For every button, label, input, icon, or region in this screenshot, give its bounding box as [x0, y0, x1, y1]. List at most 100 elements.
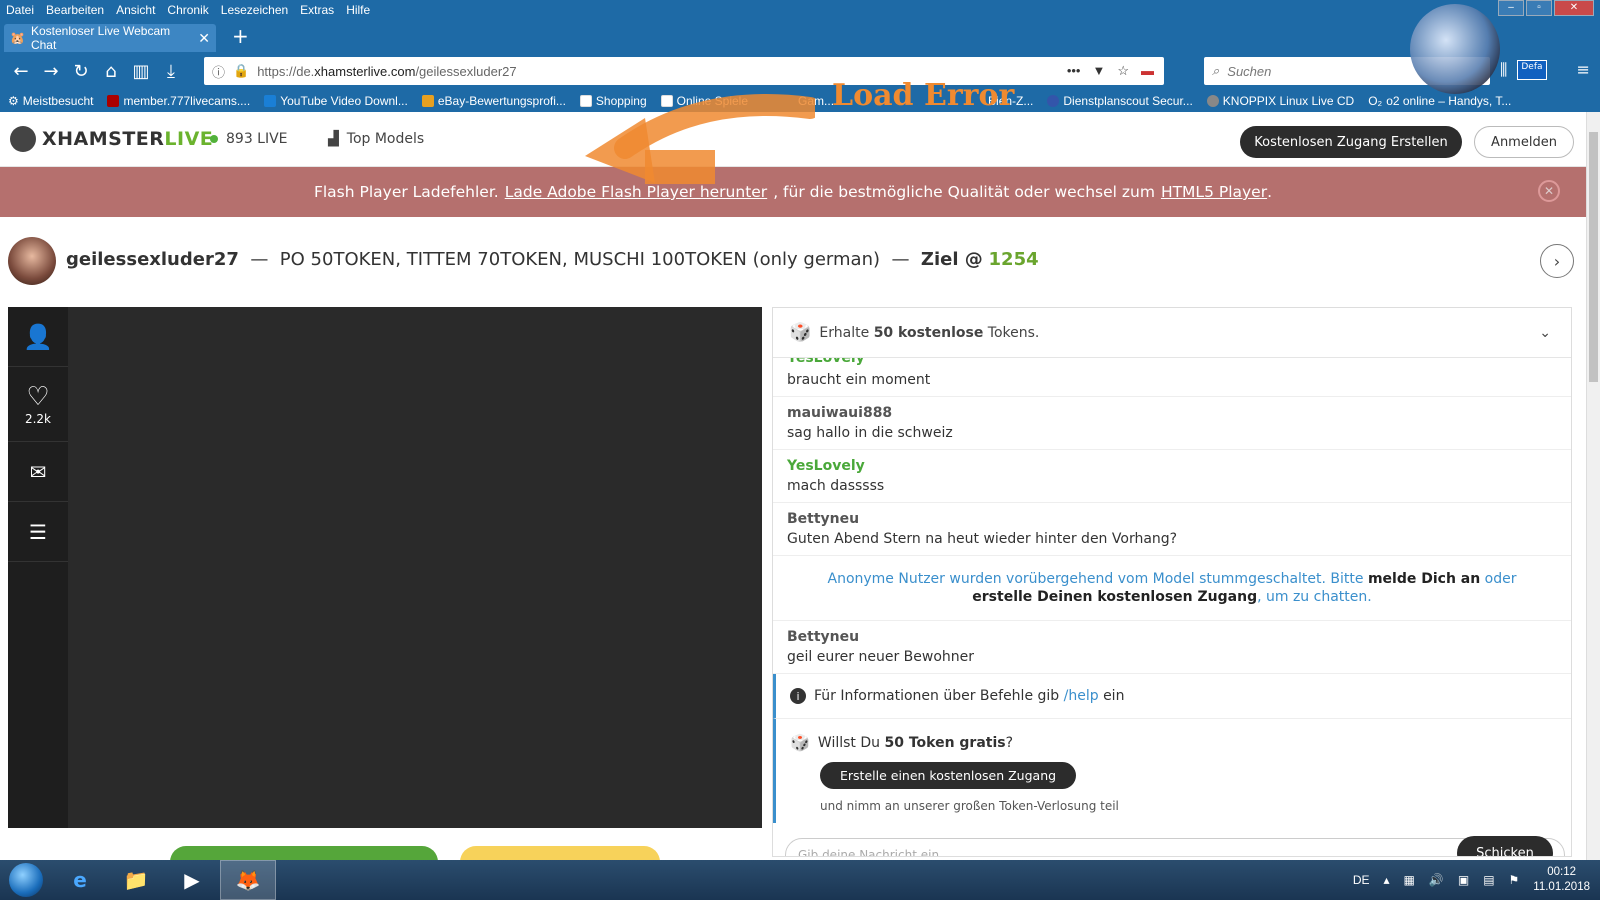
back-icon[interactable]: ← [6, 61, 36, 82]
chat-input-placeholder: Gib deine Nachricht ein [798, 848, 940, 857]
clock[interactable]: 00:12 11.01.2018 [1533, 865, 1590, 895]
chat-text: Guten Abend Stern na heut wieder hinter … [787, 531, 1178, 547]
chat-username[interactable]: YesLovely [787, 358, 1557, 368]
model-info-icon[interactable]: 👤 [8, 307, 68, 367]
hamburger-menu-icon[interactable]: ≡ [1577, 60, 1590, 80]
volume-icon[interactable]: 🔊 [1429, 873, 1444, 887]
bookmark-item[interactable]: O₂ o2 online – Handys, T... [1368, 94, 1511, 108]
dice-icon: 🎲 [789, 322, 812, 343]
internet-explorer-icon[interactable]: e [52, 860, 108, 900]
model-avatar[interactable] [8, 237, 56, 285]
chat-username[interactable]: YesLovely [787, 458, 1557, 474]
file-explorer-icon[interactable]: 📁 [108, 860, 164, 900]
chat-header[interactable]: 🎲 Erhalte 50 kostenlose Tokens. ⌄ [773, 308, 1571, 358]
next-model-button[interactable]: › [1540, 244, 1574, 278]
menu-bearbeiten[interactable]: Bearbeiten [46, 3, 104, 17]
flash-error-text: Flash Player Ladefehler. [313, 183, 499, 201]
live-count[interactable]: 893 LIVE [210, 131, 288, 147]
chat-header-text: Erhalte 50 kostenlose Tokens. [819, 324, 1040, 341]
action-center-icon[interactable]: ⚑ [1509, 873, 1520, 887]
browser-tab[interactable]: 🐹 Kostenloser Live Webcam Chat ✕ [4, 24, 216, 52]
start-button[interactable] [0, 860, 52, 900]
library-icon[interactable]: ⫼ [1500, 60, 1507, 80]
chat-message: Bettyneu Guten Abend Stern na heut wiede… [773, 503, 1571, 556]
forward-icon[interactable]: → [36, 61, 66, 82]
menu-lesezeichen[interactable]: Lesezeichen [221, 3, 288, 17]
html5-player-link[interactable]: HTML5 Player [1161, 183, 1267, 201]
info-icon[interactable]: ⓘ [212, 62, 225, 81]
tab-favicon-icon: 🐹 [10, 31, 25, 45]
login-button[interactable]: Anmelden [1474, 126, 1574, 158]
chat-message: YesLovely mach dasssss [773, 450, 1571, 503]
top-models-link[interactable]: ▟ Top Models [328, 131, 424, 147]
info-circle-icon: i [790, 688, 806, 704]
bookmark-item[interactable]: eBay-Bewertungsprofi... [421, 94, 566, 108]
chat-panel: 🎲 Erhalte 50 kostenlose Tokens. ⌄ YesLov… [772, 307, 1572, 857]
windows-logo-icon [9, 863, 43, 897]
chat-username[interactable]: Bettyneu [787, 511, 1557, 527]
tray-expand-icon[interactable]: ▴ [1384, 873, 1390, 887]
url-bar[interactable]: ⓘ 🔒 https://de.xhamsterlive.com/geilesse… [204, 57, 1164, 85]
scrollbar-thumb[interactable] [1589, 132, 1598, 382]
favorite-button[interactable]: ♡ 2.2k [8, 367, 68, 442]
bookmark-star-icon[interactable]: ☆ [1117, 63, 1129, 79]
home-icon[interactable]: ⌂ [96, 61, 126, 82]
page-scrollbar[interactable] [1586, 112, 1600, 860]
reload-icon[interactable]: ↻ [66, 61, 96, 82]
network-icon[interactable]: ▦ [1404, 873, 1415, 887]
language-indicator[interactable]: DE [1353, 873, 1370, 887]
site-favicon-icon [264, 95, 277, 107]
bookmark-item[interactable]: ⚙ Meistbesucht [8, 94, 93, 108]
tab-close-icon[interactable]: ✕ [198, 30, 210, 47]
firefox-taskbar-icon[interactable]: 🦊 [220, 860, 276, 900]
bookmark-item[interactable]: Dienstplanscout Secur... [1047, 94, 1193, 108]
create-free-account-button[interactable]: Erstelle einen kostenlosen Zugang [820, 762, 1077, 789]
menu-datei[interactable]: Datei [6, 3, 34, 17]
promo-note: und nimm an unserer großen Token-Verlosu… [820, 799, 1119, 813]
chat-text: sag hallo in die schweiz [787, 425, 953, 441]
page-actions-icon[interactable]: ••• [1067, 63, 1081, 79]
chat-message: Bettyneu geil eurer neuer Bewohner [773, 621, 1571, 674]
send-tip-icon[interactable]: ✉ [8, 442, 68, 502]
navigation-bar: ← → ↻ ⌂ ▥ ⤓ ⓘ 🔒 https://de.xhamsterlive.… [0, 52, 1600, 90]
new-tab-icon[interactable]: + [232, 24, 249, 48]
maximize-button[interactable]: ▫ [1526, 0, 1552, 16]
chevron-down-icon[interactable]: ⌄ [1539, 325, 1551, 341]
download-icon[interactable]: ⤓ [156, 61, 186, 82]
playlist-icon[interactable]: ☰ [8, 502, 68, 562]
model-username[interactable]: geilessexluder27 [66, 249, 239, 270]
chat-username[interactable]: Bettyneu [787, 629, 1557, 645]
gear-icon: ⚙ [8, 94, 19, 108]
help-info: i Für Informationen über Befehle gib /he… [773, 674, 1571, 719]
chat-input[interactable]: Gib deine Nachricht ein [785, 838, 1565, 857]
chat-username[interactable]: mauiwaui888 [787, 405, 1557, 421]
media-player-icon[interactable]: ▶ [164, 860, 220, 900]
close-window-button[interactable]: ✕ [1554, 0, 1594, 16]
menu-hilfe[interactable]: Hilfe [346, 3, 370, 17]
create-account-button[interactable]: Kostenlosen Zugang Erstellen [1240, 126, 1462, 158]
sidebar-icon[interactable]: ▥ [126, 61, 156, 82]
bookmark-item[interactable]: KNOPPIX Linux Live CD [1206, 94, 1354, 108]
pocket-icon[interactable]: ▼ [1092, 63, 1105, 79]
close-banner-icon[interactable]: ✕ [1538, 180, 1560, 202]
tray-app-icon[interactable]: ▤ [1483, 873, 1494, 887]
site-favicon-icon [1047, 95, 1060, 107]
video-player[interactable] [68, 307, 762, 828]
login-link[interactable]: melde Dich an [1368, 571, 1480, 587]
help-command: /help [1063, 688, 1099, 704]
bookmark-item[interactable]: member.777livecams.... [107, 94, 250, 108]
menu-extras[interactable]: Extras [300, 3, 334, 17]
menu-ansicht[interactable]: Ansicht [116, 3, 155, 17]
minimize-button[interactable]: – [1498, 0, 1524, 16]
send-button[interactable]: Schicken [1457, 836, 1553, 856]
chat-message: mauiwaui888 sag hallo in die schweiz [773, 397, 1571, 450]
lock-icon: 🔒 [233, 63, 250, 78]
defa-badge[interactable]: Defa [1517, 60, 1547, 80]
site-logo[interactable]: XHAMSTERLIVE [10, 126, 213, 152]
toolbar-right: ⫼ Defa ≡ [1500, 60, 1590, 80]
create-account-link[interactable]: erstelle Deinen kostenlosen Zugang [972, 589, 1257, 605]
goal-label: Ziel @ [920, 249, 983, 270]
menu-chronik[interactable]: Chronik [167, 3, 208, 17]
tray-app-icon[interactable]: ▣ [1458, 873, 1469, 887]
bookmark-item[interactable]: YouTube Video Downl... [264, 94, 408, 108]
